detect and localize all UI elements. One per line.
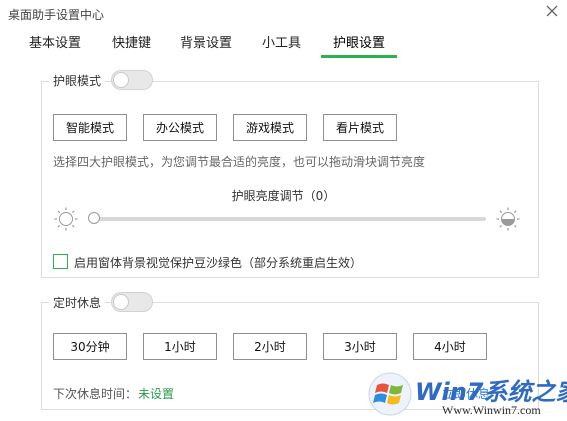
mode-game-button[interactable]: 游戏模式 bbox=[233, 114, 307, 141]
watermark: Win7系统之家 Www.Winwin7.com bbox=[368, 370, 567, 420]
bean-green-label: 启用窗体背景视觉保护豆沙绿色（部分系统重启生效） bbox=[74, 256, 363, 270]
next-rest-value: 未设置 bbox=[138, 387, 175, 401]
windows-logo-icon bbox=[368, 372, 412, 416]
window-title: 桌面助手设置中心 bbox=[8, 8, 105, 22]
eye-care-legend: 护眼模式 bbox=[49, 72, 106, 89]
tab-eye-care-settings[interactable]: 护眼设置 bbox=[320, 32, 398, 58]
timed-rest-toggle[interactable] bbox=[111, 292, 153, 312]
rest-3h-button[interactable]: 3小时 bbox=[323, 333, 397, 360]
tab-widgets[interactable]: 小工具 bbox=[262, 32, 301, 58]
eye-care-toggle[interactable] bbox=[111, 70, 153, 90]
brightness-slider-thumb[interactable] bbox=[88, 212, 100, 224]
toggle-knob bbox=[113, 72, 129, 88]
bean-green-checkbox[interactable] bbox=[53, 254, 68, 269]
eye-care-group bbox=[41, 81, 539, 278]
dim-sun-icon bbox=[54, 207, 78, 231]
brightness-slider-track[interactable] bbox=[92, 217, 486, 221]
brightness-label: 护眼亮度调节（0） bbox=[231, 189, 336, 203]
next-rest-label: 下次休息时间： bbox=[53, 387, 138, 401]
eye-care-hint: 选择四大护眼模式，为您调节最合适的亮度，也可以拖动滑块调节亮度 bbox=[53, 155, 426, 169]
mode-office-button[interactable]: 办公模式 bbox=[143, 114, 217, 141]
close-icon[interactable] bbox=[544, 3, 560, 19]
mode-movie-button[interactable]: 看片模式 bbox=[323, 114, 397, 141]
mode-smart-button[interactable]: 智能模式 bbox=[53, 114, 127, 141]
rest-30min-button[interactable]: 30分钟 bbox=[53, 333, 127, 360]
rest-2h-button[interactable]: 2小时 bbox=[233, 333, 307, 360]
settings-tabs: 基本设置 快捷键 背景设置 小工具 护眼设置 bbox=[0, 32, 567, 60]
watermark-url: Www.Winwin7.com bbox=[442, 403, 541, 417]
watermark-brand: Win7系统之家 bbox=[415, 378, 567, 406]
rest-4h-button[interactable]: 4小时 bbox=[413, 333, 487, 360]
tab-shortcuts[interactable]: 快捷键 bbox=[112, 32, 151, 58]
tab-basic-settings[interactable]: 基本设置 bbox=[29, 32, 81, 58]
timed-rest-legend: 定时休息 bbox=[49, 294, 106, 311]
bright-sun-icon bbox=[496, 207, 520, 231]
tab-background-settings[interactable]: 背景设置 bbox=[180, 32, 232, 58]
toggle-knob bbox=[113, 294, 129, 310]
title-bar: 桌面助手设置中心 bbox=[0, 0, 567, 26]
rest-1h-button[interactable]: 1小时 bbox=[143, 333, 217, 360]
